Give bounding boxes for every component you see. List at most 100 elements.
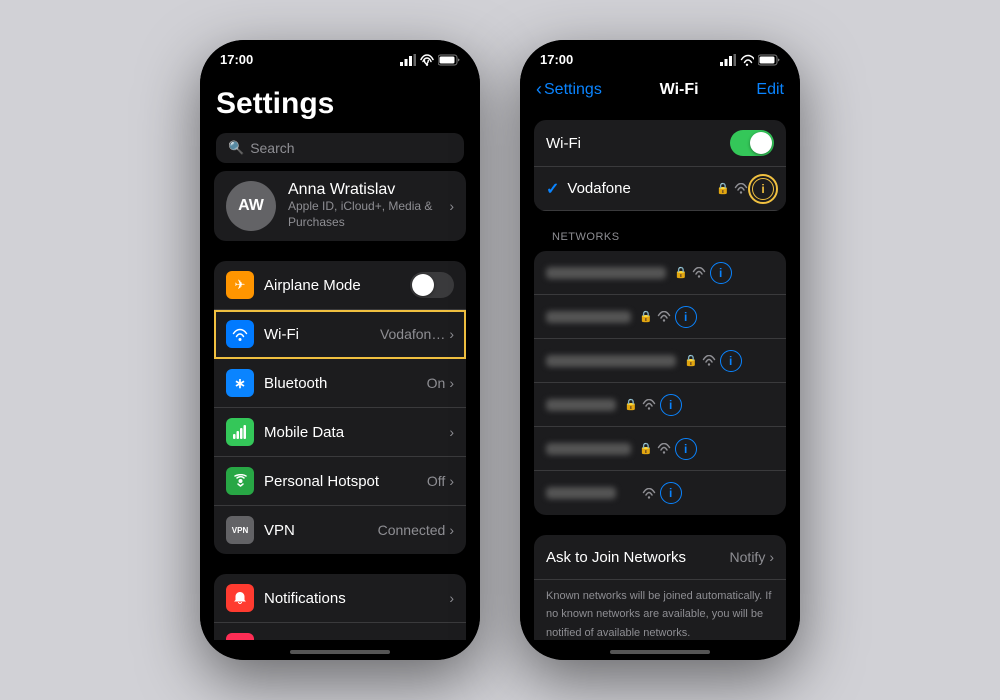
network-row-1[interactable]: 🔒 i xyxy=(534,251,786,295)
ask-join-chevron: › xyxy=(769,549,774,565)
connected-network-row[interactable]: ✓ Vodafone 🔒 i xyxy=(534,167,786,211)
lock-2: 🔒 xyxy=(639,310,653,323)
notifications-row[interactable]: Notifications › xyxy=(214,574,466,623)
edit-button[interactable]: Edit xyxy=(756,81,784,99)
airplane-mode-row[interactable]: ✈ Airplane Mode xyxy=(214,261,466,310)
network-icons-4: 🔒 xyxy=(624,398,656,411)
section-1-inner: ✈ Airplane Mode xyxy=(214,261,466,554)
wifi-toggle-switch[interactable] xyxy=(730,130,774,156)
hotspot-value: Off xyxy=(427,473,445,489)
network-info-3[interactable]: i xyxy=(720,350,742,372)
bluetooth-value: On xyxy=(427,375,446,391)
hotspot-icon xyxy=(226,467,254,495)
bell-icon xyxy=(233,591,247,605)
status-time-right: 17:00 xyxy=(540,52,573,67)
network-name-4 xyxy=(546,399,616,411)
lock-1: 🔒 xyxy=(674,266,688,279)
connected-name: Vodafone xyxy=(567,180,716,197)
settings-title: Settings xyxy=(216,87,464,121)
network-icons-2: 🔒 xyxy=(639,310,671,323)
wifi-row-icon xyxy=(232,328,248,341)
profile-chevron: › xyxy=(449,198,454,214)
status-icons-left xyxy=(400,54,460,66)
back-button[interactable]: ‹ Settings xyxy=(536,79,602,100)
lock-5: 🔒 xyxy=(639,442,653,455)
network-icons-3: 🔒 xyxy=(684,354,716,367)
wifi-value: Vodafon… xyxy=(380,326,445,342)
antenna-icon xyxy=(233,425,247,439)
ask-join-row[interactable]: Ask to Join Networks Notify › xyxy=(534,535,786,579)
search-placeholder: Search xyxy=(250,140,294,156)
network-row-3[interactable]: 🔒 i xyxy=(534,339,786,383)
network-info-6[interactable]: i xyxy=(660,482,682,504)
back-chevron: ‹ xyxy=(536,79,542,100)
bluetooth-label: Bluetooth xyxy=(264,375,427,392)
network-row-6[interactable]: 🔒 i xyxy=(534,471,786,515)
wifi-label: Wi-Fi xyxy=(264,326,380,343)
vpn-row[interactable]: VPN VPN Connected › xyxy=(214,506,466,554)
network-name-6 xyxy=(546,487,616,499)
network-info-1[interactable]: i xyxy=(710,262,732,284)
hotspot-row[interactable]: Personal Hotspot Off › xyxy=(214,457,466,506)
connected-info-button[interactable]: i xyxy=(752,178,774,200)
sounds-row[interactable]: Sounds & Haptics › xyxy=(214,623,466,640)
connected-network-icons: 🔒 xyxy=(716,182,748,195)
wifi-6 xyxy=(642,488,656,499)
avatar: AW xyxy=(226,181,276,231)
wifi-status-icon xyxy=(420,54,434,66)
mobile-data-label: Mobile Data xyxy=(264,424,449,441)
status-time-left: 17:00 xyxy=(220,52,253,67)
network-row-5[interactable]: 🔒 i xyxy=(534,427,786,471)
network-info-2[interactable]: i xyxy=(675,306,697,328)
notifications-icon xyxy=(226,584,254,612)
wifi-connected-icon xyxy=(734,183,748,194)
network-icons-1: 🔒 xyxy=(674,266,706,279)
toggle-knob xyxy=(412,274,434,296)
notifications-chevron: › xyxy=(449,590,454,606)
mobile-data-row[interactable]: Mobile Data › xyxy=(214,408,466,457)
ask-join-container: Ask to Join Networks Notify › Known netw… xyxy=(534,535,786,640)
left-phone: 17:00 xyxy=(200,40,480,660)
settings-section-2: Notifications › Sounds & Haptics xyxy=(214,574,466,640)
wifi-page-title: Wi-Fi xyxy=(660,81,699,99)
wifi-1 xyxy=(692,267,706,278)
profile-row[interactable]: AW Anna Wratislav Apple ID, iCloud+, Med… xyxy=(214,171,466,241)
vpn-icon: VPN xyxy=(226,516,254,544)
ask-join-value: Notify xyxy=(730,549,766,565)
wifi-toggle-row[interactable]: Wi-Fi xyxy=(534,120,786,167)
wifi-icon xyxy=(226,320,254,348)
bluetooth-row[interactable]: ∗ Bluetooth On › xyxy=(214,359,466,408)
battery-icon xyxy=(438,54,460,66)
network-row-2[interactable]: 🔒 i xyxy=(534,295,786,339)
wifi-3 xyxy=(702,355,716,366)
networks-list: 🔒 i 🔒 xyxy=(534,251,786,515)
bluetooth-icon: ∗ xyxy=(226,369,254,397)
network-name-3 xyxy=(546,355,676,367)
notifications-label: Notifications xyxy=(264,590,449,607)
lock-4: 🔒 xyxy=(624,398,638,411)
wifi-toggle-section: Wi-Fi ✓ Vodafone 🔒 xyxy=(534,120,786,211)
settings-screen: Settings 🔍 Search AW Anna Wratislav Appl… xyxy=(200,71,480,640)
network-row-4[interactable]: 🔒 i xyxy=(534,383,786,427)
network-info-4[interactable]: i xyxy=(660,394,682,416)
section-2-inner: Notifications › Sounds & Haptics xyxy=(214,574,466,640)
checkmark-icon: ✓ xyxy=(546,179,559,199)
mobile-data-chevron: › xyxy=(449,424,454,440)
network-info-5[interactable]: i xyxy=(675,438,697,460)
airplane-label: Airplane Mode xyxy=(264,277,410,294)
right-phone: 17:00 xyxy=(520,40,800,660)
lock-3: 🔒 xyxy=(684,354,698,367)
ask-join-desc-text: Known networks will be joined automatica… xyxy=(546,590,771,639)
wifi-5 xyxy=(657,443,671,454)
wifi-row[interactable]: Wi-Fi Vodafon… › xyxy=(214,310,466,359)
wifi-toggle-label: Wi-Fi xyxy=(546,135,730,152)
profile-name: Anna Wratislav xyxy=(288,181,449,199)
ask-join-label: Ask to Join Networks xyxy=(546,549,730,566)
notch xyxy=(280,40,400,68)
airplane-toggle[interactable] xyxy=(410,272,454,298)
network-name-5 xyxy=(546,443,631,455)
signal-icon-right xyxy=(720,54,736,66)
search-bar[interactable]: 🔍 Search xyxy=(216,133,464,163)
signal-icon xyxy=(400,54,416,66)
wifi-screen-content: Wi-Fi ✓ Vodafone 🔒 xyxy=(520,104,800,640)
